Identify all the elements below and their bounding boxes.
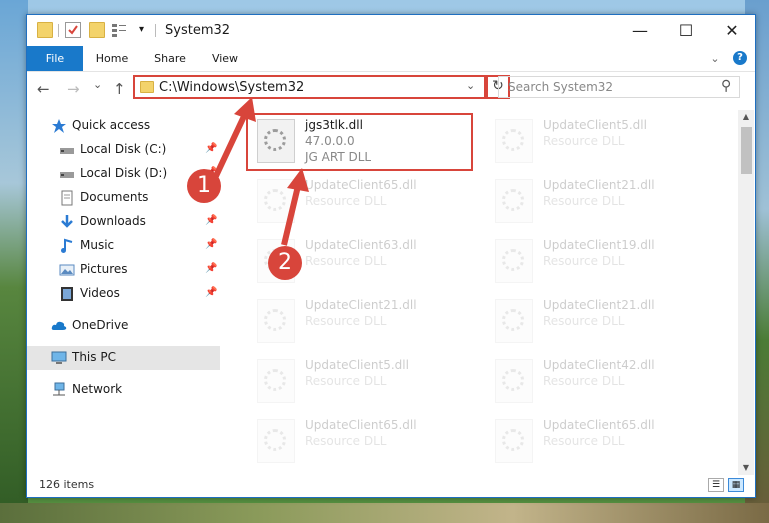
callout-1: 1 — [187, 169, 221, 203]
annotation-arrows — [213, 97, 309, 246]
callout-2: 2 — [268, 246, 302, 280]
